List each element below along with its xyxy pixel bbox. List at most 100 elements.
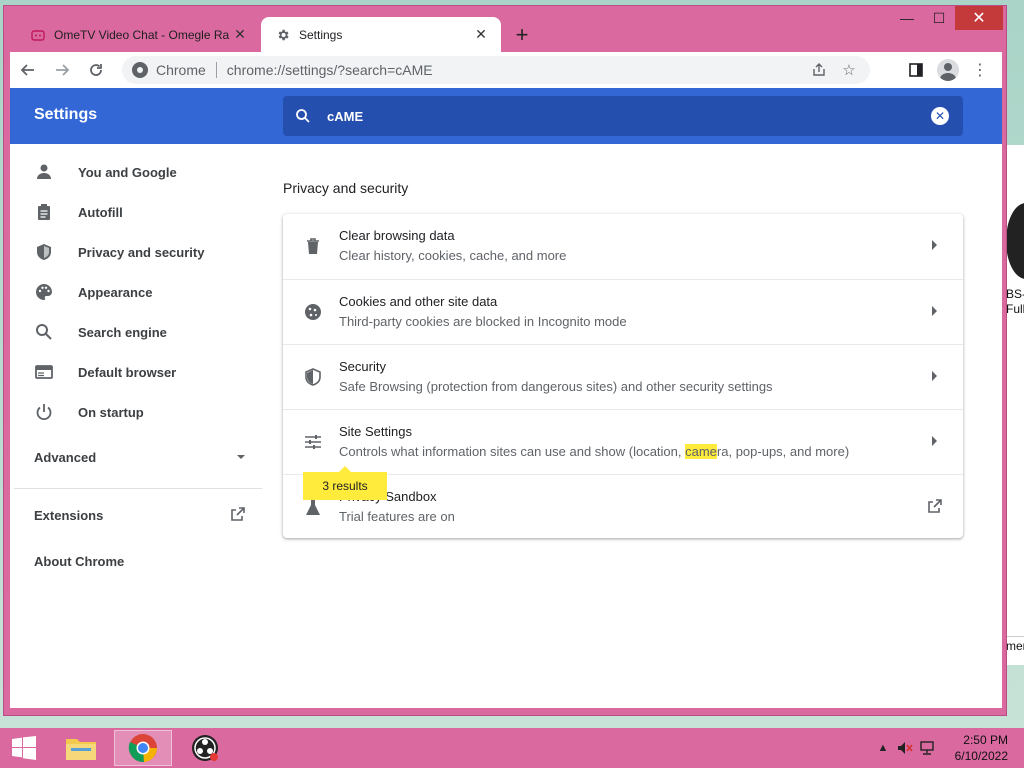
system-tray: ▲ 2:50 PM 6/10/2022: [872, 728, 1024, 768]
avatar: [937, 59, 959, 81]
power-icon: [34, 402, 54, 422]
settings-search[interactable]: ✕: [283, 96, 963, 136]
trash-icon: [303, 236, 323, 256]
background-label: Full: [1006, 302, 1024, 316]
menu-kebab-icon[interactable]: ⋮: [964, 54, 996, 86]
shield-icon: [303, 367, 323, 387]
browser-icon: [34, 362, 54, 382]
site-chip[interactable]: Chrome: [122, 62, 206, 78]
chevron-up-icon[interactable]: ▲: [872, 737, 894, 759]
tab-strip: OmeTV Video Chat - Omegle Ra ✕ Settings …: [10, 17, 1000, 52]
external-link-icon: [230, 506, 246, 525]
chrome-logo-icon: [128, 734, 157, 763]
sidebar-advanced-toggle[interactable]: Advanced: [34, 450, 246, 465]
section-title: Privacy and security: [283, 180, 409, 196]
sidebar-item-search-engine[interactable]: Search engine: [10, 312, 266, 352]
folder-icon: [66, 739, 96, 760]
sidebar-item-on-startup[interactable]: On startup: [10, 392, 266, 432]
settings-header: Settings ✕: [10, 88, 1002, 144]
row-title: Cookies and other site data: [339, 294, 498, 309]
sidebar-item-you-and-google[interactable]: You and Google: [10, 152, 266, 192]
external-link-icon: [927, 498, 943, 519]
row-cookies[interactable]: Cookies and other site data Third-party …: [283, 279, 963, 344]
search-icon: [34, 322, 54, 342]
background-window: BS-S Full mer: [1004, 145, 1024, 665]
row-subtitle: Clear history, cookies, cache, and more: [339, 248, 567, 263]
clipboard-icon: [34, 202, 54, 222]
forward-button[interactable]: [46, 54, 78, 86]
sidebar-item-privacy[interactable]: Privacy and security: [10, 232, 266, 272]
row-title: Clear browsing data: [339, 228, 455, 243]
chevron-down-icon: [236, 450, 246, 465]
sidebar-item-extensions[interactable]: Extensions: [34, 506, 246, 525]
palette-icon: [34, 282, 54, 302]
sidebar-item-label: Appearance: [78, 284, 153, 300]
cookie-icon: [303, 302, 323, 322]
sidebar-item-default-browser[interactable]: Default browser: [10, 352, 266, 392]
row-subtitle: Third-party cookies are blocked in Incog…: [339, 314, 627, 329]
new-tab-button[interactable]: +: [508, 21, 536, 49]
start-button[interactable]: [0, 728, 48, 768]
sidebar-item-appearance[interactable]: Appearance: [10, 272, 266, 312]
sidebar-item-autofill[interactable]: Autofill: [10, 192, 266, 232]
volume-muted-icon[interactable]: [894, 737, 916, 759]
site-chip-label: Chrome: [156, 62, 206, 78]
sidebar-item-label: On startup: [78, 404, 144, 420]
background-label: BS-S: [1006, 287, 1024, 301]
row-clear-browsing-data[interactable]: Clear browsing data Clear history, cooki…: [283, 214, 963, 279]
settings-sidebar: You and Google Autofill Privacy and secu…: [10, 144, 266, 708]
chevron-right-icon: [932, 240, 937, 250]
clock[interactable]: 2:50 PM 6/10/2022: [938, 732, 1024, 764]
tune-icon: [303, 432, 323, 452]
reload-button[interactable]: [80, 54, 112, 86]
row-title: Security: [339, 359, 386, 374]
browser-toolbar: Chrome chrome://settings/?search=cAME ☆ …: [10, 52, 1002, 88]
close-tab-icon[interactable]: ✕: [232, 26, 248, 43]
chrome-icon: [132, 62, 148, 78]
profile-button[interactable]: [932, 54, 964, 86]
clear-search-icon[interactable]: ✕: [931, 107, 949, 125]
ometv-favicon-icon: [30, 27, 46, 43]
row-subtitle-part: ra, pop-ups, and more): [716, 444, 850, 459]
sidebar-item-label: Autofill: [78, 204, 123, 220]
row-site-settings[interactable]: Site Settings Controls what information …: [283, 409, 963, 474]
row-subtitle-part: Controls what information sites can use …: [339, 444, 686, 459]
url-text[interactable]: chrome://settings/?search=cAME: [227, 62, 804, 78]
taskbar-file-explorer[interactable]: [52, 730, 110, 766]
obs-icon: [192, 735, 218, 761]
network-icon[interactable]: [916, 737, 938, 759]
side-panel-icon[interactable]: [900, 54, 932, 86]
sidebar-item-label: Privacy and security: [78, 244, 205, 260]
close-tab-icon[interactable]: ✕: [473, 26, 489, 43]
chevron-right-icon: [932, 436, 937, 446]
tab-settings[interactable]: Settings ✕: [261, 17, 501, 52]
chevron-right-icon: [932, 371, 937, 381]
row-title: Site Settings: [339, 424, 412, 439]
taskbar-chrome[interactable]: [114, 730, 172, 766]
settings-page: Settings ✕ You and Google Autofill: [10, 88, 1002, 708]
share-icon[interactable]: [804, 56, 834, 84]
shield-icon: [34, 242, 54, 262]
browser-window: — ☐ ✕ OmeTV Video Chat - Omegle Ra ✕ Set…: [3, 5, 1007, 716]
gear-icon: [275, 27, 291, 43]
taskbar: ▲ 2:50 PM 6/10/2022: [0, 728, 1024, 768]
row-subtitle: Trial features are on: [339, 509, 455, 524]
back-button[interactable]: [12, 54, 44, 86]
tab-title: Settings: [299, 27, 343, 42]
obs-logo-icon: [1006, 203, 1024, 279]
taskbar-obs[interactable]: [176, 730, 234, 766]
search-input[interactable]: [327, 108, 931, 124]
sidebar-item-label: Search engine: [78, 324, 167, 340]
sidebar-item-about-chrome[interactable]: About Chrome: [34, 554, 124, 569]
address-bar[interactable]: Chrome chrome://settings/?search=cAME ☆: [122, 56, 870, 84]
windows-logo-icon: [12, 736, 36, 760]
clock-time: 2:50 PM: [963, 733, 1008, 747]
sidebar-item-label: Default browser: [78, 364, 177, 380]
row-subtitle: Safe Browsing (protection from dangerous…: [339, 379, 773, 394]
sidebar-advanced-label: Advanced: [34, 450, 97, 465]
sidebar-item-label: Extensions: [34, 508, 104, 523]
bookmark-star-icon[interactable]: ☆: [834, 56, 864, 84]
tab-ometv[interactable]: OmeTV Video Chat - Omegle Ra ✕: [16, 17, 260, 52]
row-security[interactable]: Security Safe Browsing (protection from …: [283, 344, 963, 409]
search-icon: [283, 108, 323, 124]
